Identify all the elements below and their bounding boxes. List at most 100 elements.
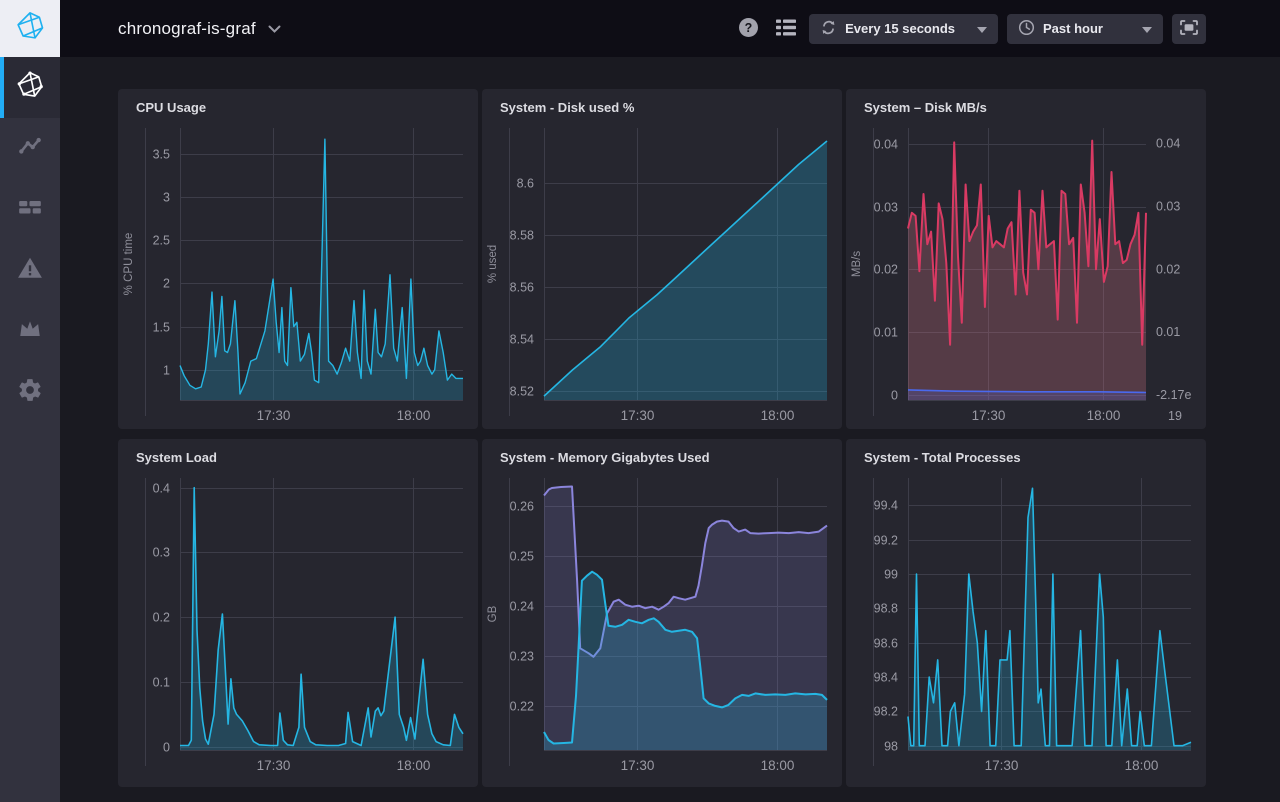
sidebar-item-dashboards[interactable] <box>0 179 60 240</box>
timerange-dropdown[interactable]: Past hour <box>1007 14 1163 44</box>
clock-icon <box>1018 19 1035 39</box>
autorefresh-label: Every 15 seconds <box>845 21 955 36</box>
annotations-button[interactable] <box>772 19 800 39</box>
sidebar-nav <box>0 57 60 802</box>
svg-text:99: 99 <box>884 568 898 582</box>
system-load-chart[interactable]: 0.4 0.3 0.2 0.1 0 17:30 18:00 <box>118 439 478 787</box>
svg-text:0: 0 <box>163 741 170 755</box>
sidebar-item-admin[interactable] <box>0 301 60 362</box>
svg-text:0.22: 0.22 <box>510 700 534 714</box>
svg-text:17:30: 17:30 <box>621 408 655 423</box>
svg-text:MB/s: MB/s <box>851 251 863 277</box>
sidebar-item-status[interactable] <box>0 57 60 118</box>
chronograf-logo-tile[interactable] <box>0 0 60 57</box>
svg-text:0: 0 <box>891 389 898 403</box>
memory-gb-chart[interactable]: 0.260.250.240.230.2217:3018:00GB <box>482 439 842 787</box>
svg-text:0.2: 0.2 <box>153 611 170 625</box>
sidebar-item-configuration[interactable] <box>0 362 60 423</box>
svg-text:17:30: 17:30 <box>257 408 291 423</box>
svg-text:98: 98 <box>884 740 898 754</box>
panel-total-processes: System - Total Processes 99.4 99.2 99 98.8 9… <box>846 439 1206 787</box>
graph-pulse-icon <box>17 133 43 164</box>
svg-text:0.01: 0.01 <box>874 326 898 340</box>
svg-text:2.5: 2.5 <box>153 234 170 248</box>
dashboard-grid: CPU Usage 3.5 3 2.5 2 1.5 1 17:30 18:00 % CPU ti… <box>118 89 1280 787</box>
svg-text:0.1: 0.1 <box>153 676 170 690</box>
timerange-label: Past hour <box>1043 21 1103 36</box>
svg-text:18:00: 18:00 <box>1087 408 1121 423</box>
svg-text:0.25: 0.25 <box>510 550 534 564</box>
panel-disk-mbs: System – Disk MB/s 0.040.030.020.01017:3… <box>846 89 1206 429</box>
panel-title: CPU Usage <box>136 100 206 115</box>
svg-text:98.6: 98.6 <box>874 637 898 651</box>
svg-text:0.24: 0.24 <box>510 600 534 614</box>
sidebar-item-alerting[interactable] <box>0 240 60 301</box>
svg-text:0.23: 0.23 <box>510 650 534 664</box>
svg-text:17:30: 17:30 <box>985 758 1019 773</box>
alert-triangle-icon <box>17 255 43 286</box>
svg-text:8.56: 8.56 <box>510 281 534 295</box>
panel-system-load: System Load 0.4 0.3 0.2 0.1 0 17:30 18:00 <box>118 439 478 787</box>
svg-text:0.02: 0.02 <box>874 263 898 277</box>
svg-text:17:30: 17:30 <box>257 758 291 773</box>
presentation-mode-button[interactable] <box>1172 14 1206 44</box>
svg-text:0.03: 0.03 <box>874 201 898 215</box>
sidebar-item-data-explorer[interactable] <box>0 118 60 179</box>
svg-text:18:00: 18:00 <box>761 758 795 773</box>
svg-text:8.58: 8.58 <box>510 229 534 243</box>
svg-text:GB: GB <box>487 605 499 622</box>
svg-text:17:30: 17:30 <box>621 758 655 773</box>
panel-title: System - Memory Gigabytes Used <box>500 450 710 465</box>
svg-text:% used: % used <box>487 245 499 283</box>
total-processes-chart[interactable]: 99.499.29998.898.698.498.29817:3018:00 <box>846 439 1206 787</box>
cpu-usage-chart[interactable]: 3.532.521.5117:3018:00% CPU time <box>118 89 478 429</box>
svg-text:3: 3 <box>163 191 170 205</box>
gear-icon <box>17 377 43 408</box>
panel-cpu-usage: CPU Usage 3.532.521.5117:3018:00% CPU ti… <box>118 89 478 429</box>
chronograf-logo-icon <box>16 71 44 104</box>
autorefresh-dropdown[interactable]: Every 15 seconds <box>809 14 998 44</box>
svg-text:1.5: 1.5 <box>153 321 170 335</box>
svg-text:8.54: 8.54 <box>510 333 534 347</box>
svg-text:19: 19 <box>1168 409 1182 423</box>
svg-text:18:00: 18:00 <box>397 758 431 773</box>
panel-memory-gb: System - Memory Gigabytes Used 0.260.250… <box>482 439 842 787</box>
svg-text:% CPU time: % CPU time <box>123 233 135 296</box>
svg-text:2: 2 <box>163 277 170 291</box>
svg-text:0.04: 0.04 <box>874 138 898 152</box>
disk-mbs-chart[interactable]: 0.040.030.020.01017:3018:000.040.030.020… <box>846 89 1206 429</box>
panel-title: System - Total Processes <box>864 450 1021 465</box>
dashboard-title-dropdown[interactable]: chronograf-is-graf <box>118 19 281 39</box>
svg-text:0.02: 0.02 <box>1156 262 1180 276</box>
panel-title: System Load <box>136 450 217 465</box>
refresh-icon <box>820 19 837 39</box>
list-icon <box>776 19 796 39</box>
svg-text:8.52: 8.52 <box>510 385 534 399</box>
chronograf-logo-icon <box>15 11 45 46</box>
crown-icon <box>17 316 43 347</box>
top-bar: chronograf-is-graf ? <box>0 0 1280 57</box>
dashboard-content: CPU Usage 3.5 3 2.5 2 1.5 1 17:30 18:00 % CPU ti… <box>60 57 1280 802</box>
help-button[interactable]: ? <box>734 17 763 41</box>
svg-text:3.5: 3.5 <box>153 148 170 162</box>
disk-used-pct-chart[interactable]: 8.68.588.568.548.5217:3018:00% used <box>482 89 842 429</box>
svg-text:98.2: 98.2 <box>874 705 898 719</box>
svg-text:0.3: 0.3 <box>153 546 170 560</box>
svg-text:0.4: 0.4 <box>153 482 170 496</box>
svg-text:18:00: 18:00 <box>761 408 795 423</box>
question-circle-icon: ? <box>738 17 759 41</box>
fullscreen-icon <box>1180 20 1198 38</box>
svg-text:0.04: 0.04 <box>1156 137 1180 151</box>
svg-text:98.8: 98.8 <box>874 602 898 616</box>
caret-down-icon <box>1142 21 1152 36</box>
svg-text:0.03: 0.03 <box>1156 200 1180 214</box>
caret-down-icon <box>977 21 987 36</box>
panel-title: System - Disk used % <box>500 100 634 115</box>
svg-text:99.2: 99.2 <box>874 534 898 548</box>
svg-text:99.4: 99.4 <box>874 499 898 513</box>
dashboard-title: chronograf-is-graf <box>118 19 256 39</box>
svg-text:0.01: 0.01 <box>1156 325 1180 339</box>
topbar-controls: ? Every 15 <box>734 14 1280 44</box>
svg-text:1: 1 <box>163 364 170 378</box>
dashboard-grid-icon <box>17 194 43 225</box>
